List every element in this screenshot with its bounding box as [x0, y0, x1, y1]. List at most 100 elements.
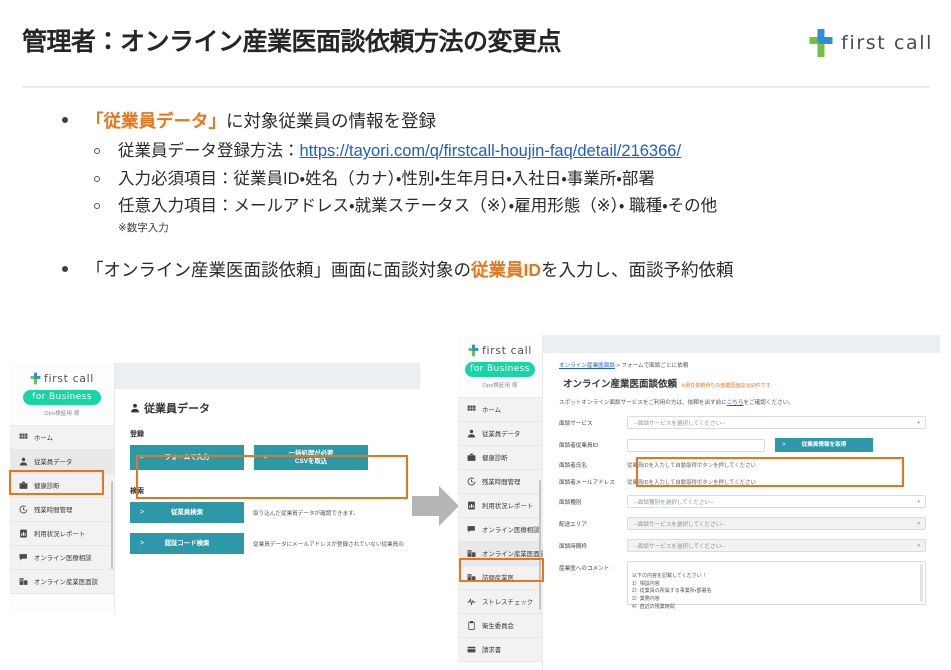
sub-bullet-3: 任意入力項目：メールアドレス・就業ステータス（※）・雇用形態（※）・ 職種・その… [52, 194, 932, 219]
header-divider [22, 86, 930, 88]
bullet-spacer [52, 235, 932, 257]
sidebar-item-2[interactable]: 健康診断 [10, 474, 114, 498]
chevron-right-icon: > [140, 509, 144, 516]
name-readonly-value: 従業員IDを入力して自動取得ボタンを押してください [627, 461, 756, 469]
slide-page: 管理者：オンライン産業医面談依頼方法の変更点 first call 「従業員デー… [0, 0, 951, 670]
right-main-content: オンライン産業医面談 > フォームで面談ごとに依頼 オンライン産業医面談依頼 ※… [543, 353, 940, 605]
right-org-name: Ops検証用 様 [458, 381, 542, 389]
form-row-timeslot: 面談時間枠 --面談サービスを選択してください-- ▾ [559, 539, 926, 552]
sidebar-item-1[interactable]: 従業員データ [10, 450, 114, 474]
textarea-scrollbar[interactable] [920, 564, 923, 602]
sidebar-item-4[interactable]: 利用状況レポート [458, 494, 542, 518]
csv-import-button[interactable]: > 一括処理が必要 CSVを取込 [254, 445, 368, 470]
subnote-link[interactable]: こちら [727, 400, 744, 406]
firstcall-cross-icon [468, 344, 479, 357]
right-app-topbar [543, 335, 940, 353]
chat-icon [19, 553, 28, 562]
flow-arrow-icon [412, 485, 460, 532]
employee-id-input[interactable] [627, 439, 765, 452]
auth-code-search-desc: 従業員データにメールアドレスが登録されていない従業員の [253, 540, 404, 548]
auth-code-search-button-label: 認証コード検索 [130, 540, 244, 548]
service-select[interactable]: --面談サービスを選択してください-- ▾ [627, 416, 926, 429]
breadcrumb-current: フォームで面談ごとに依頼 [621, 363, 688, 369]
employee-search-desc: 取り込んだ従業員データが確認できます。 [253, 509, 359, 517]
sub-bullet-ring-icon [94, 148, 100, 154]
fetch-employee-info-button[interactable]: > 従業員情報を取得 [775, 438, 873, 452]
form-row-service: 面談サービス --面談サービスを選択してください-- ▾ [559, 416, 926, 429]
left-for-business-badge: for Business [23, 390, 101, 405]
sidebar-item-6[interactable]: オンライン産業医面談 [10, 570, 114, 594]
sidebar-item-5[interactable]: オンライン医療相談 [458, 518, 542, 542]
right-for-business-badge: for Business [465, 362, 535, 377]
bullet-dot-icon [62, 266, 68, 272]
sidebar-item-7[interactable]: 訪問産業医 [458, 566, 542, 590]
building-icon [467, 573, 476, 582]
chevron-right-icon: > [140, 540, 144, 547]
bullet-1-highlight: 「従業員データ」 [86, 111, 226, 131]
building-icon [467, 549, 476, 558]
chat-icon [467, 525, 476, 534]
chevron-down-icon: ▾ [917, 499, 920, 505]
register-section: 登録 > フォームで入力 > 一括処理が必要 CSVを取込 [130, 429, 420, 470]
clock-icon [467, 477, 476, 486]
bullet-list: 「従業員データ」に対象従業員の情報を登録 従業員データ登録方法：https://… [52, 108, 932, 288]
breadcrumb: オンライン産業医面談 > フォームで面談ごとに依頼 [559, 361, 926, 369]
form-label-type: 面談種別 [559, 498, 627, 506]
subnote-pre: スポットオンライン面談サービスをご利用の方は、依頼を出す前に [559, 400, 727, 406]
sidebar-item-label: ホーム [34, 433, 53, 442]
sidebar-item-4[interactable]: 利用状況レポート [10, 522, 114, 546]
building-icon [19, 577, 28, 586]
bullet-item-1: 「従業員データ」に対象従業員の情報を登録 [52, 108, 932, 134]
area-select-value: --面談サービスを選択してください-- [634, 520, 725, 528]
form-label-email: 面談者メールアドレス [559, 478, 627, 486]
form-row-type: 面談種別 --面談種別を選択してください-- ▾ [559, 495, 926, 508]
chevron-right-icon: > [782, 442, 786, 448]
sub-bullet-1-prefix: 従業員データ登録方法： [118, 142, 300, 160]
sidebar-item-9[interactable]: 衛生委員会 [458, 614, 542, 638]
grid-icon [19, 433, 28, 442]
breadcrumb-link[interactable]: オンライン産業医面談 [559, 363, 615, 369]
briefcase-icon [19, 481, 28, 490]
timeslot-select[interactable]: --面談サービスを選択してください-- ▾ [627, 539, 926, 552]
area-select[interactable]: --面談サービスを選択してください-- ▾ [627, 517, 926, 530]
bullet-1-rest: に対象従業員の情報を登録 [226, 111, 436, 131]
sidebar-item-3[interactable]: 残業時間管理 [10, 498, 114, 522]
right-app-brand: first call for Business Ops検証用 様 [458, 335, 542, 389]
clock-icon [19, 505, 28, 514]
right-page-heading: オンライン産業医面談依頼 ※現在依頼待ちの産業医面談は50件です [559, 374, 926, 392]
employee-search-button[interactable]: > 従業員検索 [130, 502, 244, 523]
interview-request-form: 面談サービス --面談サービスを選択してください-- ▾ 面談者従業員ID > … [559, 416, 926, 605]
csv-import-button-label: 一括処理が必要 CSVを取込 [254, 450, 368, 466]
interview-type-select[interactable]: --面談種別を選択してください-- ▾ [627, 495, 926, 508]
sidebar-item-8[interactable]: ストレスチェック [458, 590, 542, 614]
left-app-brand: first call for Business Ops検証用 様 [10, 363, 114, 417]
form-input-button[interactable]: > フォームで入力 [130, 445, 244, 470]
sidebar-item-3[interactable]: 残業時間管理 [458, 470, 542, 494]
sidebar-item-0[interactable]: ホーム [10, 426, 114, 450]
sidebar-item-1[interactable]: 従業員データ [458, 422, 542, 446]
sidebar-item-10[interactable]: 請求書 [458, 638, 542, 662]
form-label-comment: 産業医へのコメント [559, 561, 627, 572]
bullet-2-post: を入力し、面談予約依頼 [541, 260, 734, 280]
sidebar-item-6[interactable]: オンライン産業医面談 [458, 542, 542, 566]
sidebar-item-0[interactable]: ホーム [458, 398, 542, 422]
left-page-title: 従業員データ [144, 400, 210, 416]
sidebar-item-label: オンライン産業医面談 [482, 549, 546, 558]
sidebar-item-5[interactable]: オンライン医療相談 [10, 546, 114, 570]
faq-link[interactable]: https://tayori.com/q/firstcall-houjin-fa… [300, 142, 682, 160]
footnote: ※数字入力 [52, 220, 932, 235]
firstcall-cross-icon [808, 28, 834, 58]
sidebar-item-2[interactable]: 健康診断 [458, 446, 542, 470]
email-readonly-value: 従業員IDを入力して自動取得ボタンを押してください [627, 478, 756, 486]
auth-code-search-button[interactable]: > 認証コード検索 [130, 533, 244, 554]
form-label-area: 配送エリア [559, 520, 627, 528]
chevron-down-icon: ▾ [917, 521, 920, 527]
right-sidebar-scrollbar[interactable] [539, 480, 542, 610]
doctor-comment-textarea[interactable]: 以下の内容を記載してください！ 1）相談内容 2）従業員の所属する事業所・部署名… [627, 561, 926, 605]
sidebar-item-label: 衛生委員会 [482, 621, 514, 630]
left-page-heading: 従業員データ [130, 400, 420, 416]
left-sidebar-scrollbar[interactable] [111, 481, 114, 569]
clipboard-icon [467, 621, 476, 630]
bullet-item-2: 「オンライン産業医面談依頼」画面に面談対象の従業員IDを入力し、面談予約依頼 [52, 257, 932, 283]
firstcall-cross-icon [30, 372, 41, 385]
